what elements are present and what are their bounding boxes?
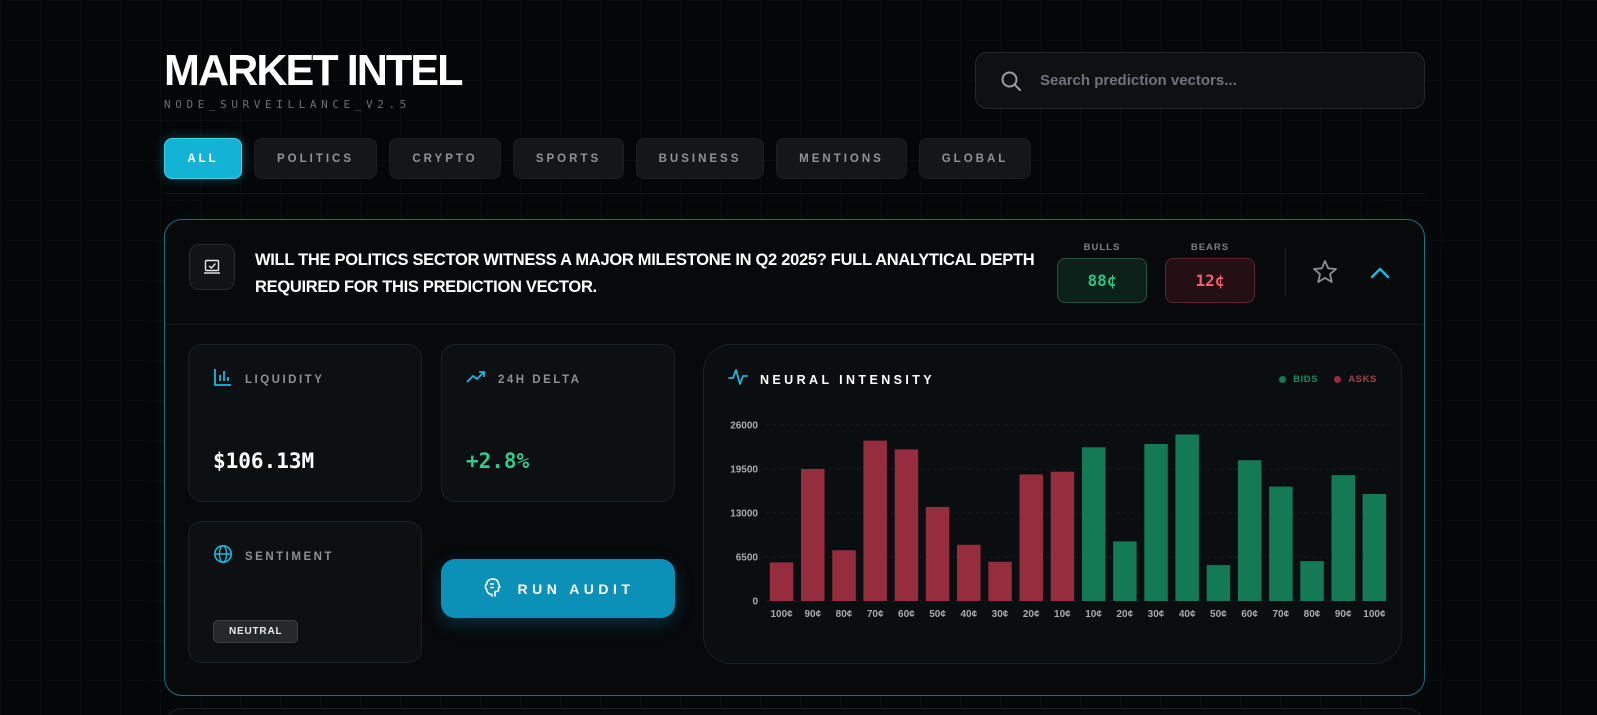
bar-bids-11[interactable] — [1113, 541, 1137, 601]
sentiment-label: SENTIMENT — [245, 550, 334, 563]
x-tick-label: 30¢ — [992, 609, 1009, 620]
tab-crypto[interactable]: CRYPTO — [389, 138, 501, 179]
x-tick-label: 100¢ — [1363, 609, 1386, 620]
x-tick-label: 80¢ — [836, 609, 853, 620]
bears-label: BEARS — [1190, 242, 1230, 253]
search-icon — [1000, 70, 1022, 92]
next-market-card[interactable] — [164, 708, 1425, 715]
tab-global[interactable]: GLOBAL — [919, 138, 1031, 179]
x-tick-label: 90¢ — [804, 609, 821, 620]
x-tick-label: 50¢ — [1210, 609, 1227, 620]
tab-sports[interactable]: SPORTS — [513, 138, 624, 179]
y-tick-label: 19500 — [730, 465, 758, 476]
x-tick-label: 50¢ — [929, 609, 946, 620]
brand: MARKET INTEL NODE_SURVEILLANCE_V2.5 — [164, 44, 468, 111]
x-tick-label: 100¢ — [770, 609, 793, 620]
tab-mentions[interactable]: MENTIONS — [776, 138, 907, 179]
bar-asks-1[interactable] — [801, 469, 825, 601]
market-question: WILL THE POLITICS SECTOR WITNESS A MAJOR… — [255, 251, 1035, 296]
search-bar[interactable] — [975, 52, 1425, 109]
neural-intensity-chart: 26000 19500 13000 6500 0 100¢ 90¢ 80¢ 70¢ 60¢ 50¢ 4… — [730, 421, 1390, 620]
x-tick-label: 60¢ — [1241, 609, 1258, 620]
globe-icon — [213, 544, 233, 569]
bar-bids-13[interactable] — [1175, 434, 1199, 602]
delta-value: +2.8% — [466, 449, 530, 473]
bulls-label: BULLS — [1083, 242, 1121, 253]
x-tick-label: 20¢ — [1023, 609, 1040, 620]
y-tick-label: 0 — [752, 597, 758, 608]
brain-icon — [482, 576, 504, 601]
bar-bids-14[interactable] — [1206, 565, 1231, 601]
tab-business[interactable]: BUSINESS — [636, 138, 764, 179]
bar-bids-18[interactable] — [1331, 475, 1356, 601]
bar-asks-6[interactable] — [957, 544, 981, 601]
x-tick-label: 70¢ — [1272, 609, 1289, 620]
liquidity-label: LIQUIDITY — [245, 373, 325, 386]
x-tick-label: 70¢ — [867, 609, 884, 620]
y-tick-label: 26000 — [730, 421, 758, 432]
bar-asks-2[interactable] — [832, 550, 856, 601]
y-tick-label: 13000 — [730, 509, 758, 520]
x-tick-label: 20¢ — [1116, 609, 1133, 620]
x-tick-label: 90¢ — [1335, 609, 1352, 620]
run-audit-button[interactable]: RUN AUDIT — [441, 559, 675, 618]
delta-label: 24H DELTA — [498, 373, 582, 386]
bar-chart-icon — [213, 367, 233, 392]
search-input[interactable] — [1040, 72, 1400, 89]
tab-all[interactable]: ALL — [164, 138, 242, 179]
sentiment-tile: SENTIMENT NEUTRAL — [188, 521, 422, 663]
bears-price[interactable]: 12¢ — [1165, 258, 1255, 303]
delta-tile: 24H DELTA +2.8% — [441, 344, 675, 502]
bar-bids-17[interactable] — [1300, 561, 1324, 601]
page-subtitle: NODE_SURVEILLANCE_V2.5 — [164, 98, 411, 111]
bar-asks-0[interactable] — [769, 562, 794, 601]
x-tick-label: 30¢ — [1148, 609, 1165, 620]
x-tick-label: 40¢ — [1179, 609, 1196, 620]
bar-bids-19[interactable] — [1362, 494, 1387, 601]
sentiment-badge: NEUTRAL — [213, 620, 299, 643]
bar-bids-10[interactable] — [1081, 447, 1106, 601]
y-tick-label: 6500 — [736, 553, 759, 564]
bar-asks-8[interactable] — [1019, 474, 1044, 601]
x-tick-label: 60¢ — [898, 609, 915, 620]
x-tick-label: 10¢ — [1054, 609, 1071, 620]
chart-check-icon — [189, 244, 235, 290]
header-separator — [1285, 248, 1286, 296]
bar-asks-3[interactable] — [863, 440, 887, 601]
bar-asks-5[interactable] — [925, 506, 950, 601]
x-tick-label: 40¢ — [960, 609, 977, 620]
bar-asks-9[interactable] — [1050, 471, 1075, 601]
liquidity-tile: LIQUIDITY $106.13M — [188, 344, 422, 502]
star-icon[interactable] — [1311, 258, 1339, 286]
category-tabs: ALL POLITICS CRYPTO SPORTS BUSINESS MENT… — [164, 138, 1031, 179]
liquidity-value: $106.13M — [213, 449, 315, 473]
bulls-price[interactable]: 88¢ — [1057, 258, 1147, 303]
trending-up-icon — [466, 367, 486, 392]
x-tick-label: 80¢ — [1304, 609, 1321, 620]
bar-asks-7[interactable] — [988, 561, 1012, 601]
market-card: WILL THE POLITICS SECTOR WITNESS A MAJOR… — [164, 219, 1425, 696]
bar-bids-12[interactable] — [1144, 444, 1168, 601]
neural-intensity-panel: NEURAL INTENSITY BIDS ASKS 26000 19500 130… — [703, 344, 1402, 664]
run-audit-label: RUN AUDIT — [517, 580, 635, 597]
bar-bids-16[interactable] — [1269, 486, 1293, 601]
chevron-up-icon[interactable] — [1367, 260, 1393, 286]
page-title: MARKET INTEL — [164, 46, 463, 95]
bar-bids-15[interactable] — [1237, 460, 1262, 601]
tab-politics[interactable]: POLITICS — [254, 138, 377, 179]
x-tick-label: 10¢ — [1085, 609, 1102, 620]
market-card-header[interactable]: WILL THE POLITICS SECTOR WITNESS A MAJOR… — [165, 220, 1424, 325]
header-divider — [164, 193, 1425, 194]
bar-asks-4[interactable] — [894, 449, 919, 601]
